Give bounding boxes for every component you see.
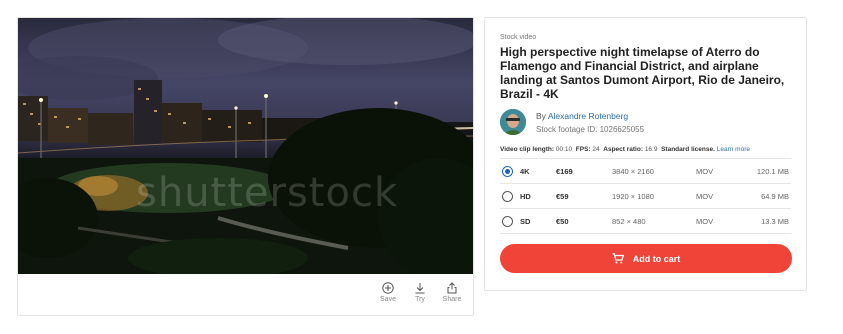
option-format: MOV: [696, 216, 714, 226]
option-price: €50: [556, 216, 569, 226]
author-line: By Alexandre Rotenberg: [536, 111, 644, 121]
option-format: MOV: [696, 191, 714, 201]
download-icon: [415, 283, 425, 294]
option-4k[interactable]: 4K €169 3840 × 2160 MOV 120.1 MB: [500, 159, 791, 184]
option-resolution: 4K: [520, 166, 530, 176]
clip-length-label: Video clip length:: [500, 146, 555, 153]
save-button[interactable]: Save: [377, 282, 399, 303]
save-label: Save: [380, 296, 396, 303]
plus-circle-icon: [382, 282, 394, 294]
aspect-ratio-value: 16:9: [644, 146, 658, 153]
option-price: €59: [556, 191, 569, 201]
author-link[interactable]: Alexandre Rotenberg: [548, 111, 628, 121]
footage-id: Stock footage ID: 1026625055: [536, 124, 645, 134]
avatar[interactable]: [500, 109, 526, 135]
share-icon: [447, 282, 457, 294]
author-photo: [500, 109, 526, 135]
cart-icon: [612, 253, 624, 264]
option-file-size: 120.1 MB: [756, 166, 789, 176]
resolution-options: 4K €169 3840 × 2160 MOV 120.1 MB HD €59 …: [500, 158, 791, 234]
preview-actions: Save Try Share: [377, 282, 463, 303]
option-hd[interactable]: HD €59 1920 × 1080 MOV 64.9 MB: [500, 184, 791, 209]
option-dimensions: 852 × 480: [612, 216, 646, 226]
fps-value: 24: [592, 146, 600, 153]
option-dimensions: 1920 × 1080: [612, 191, 654, 201]
aspect-ratio-label: Aspect ratio:: [603, 146, 643, 153]
option-dimensions: 3840 × 2160: [612, 166, 654, 176]
watermark-text: shutterstock: [136, 170, 399, 216]
video-title: High perspective night timelapse of Ater…: [500, 45, 785, 101]
by-prefix: By: [536, 110, 546, 121]
radio-sd[interactable]: [502, 215, 513, 227]
fps-label: FPS:: [575, 146, 591, 153]
author-row: By Alexandre Rotenberg Stock footage ID:…: [500, 109, 791, 135]
option-resolution: SD: [520, 216, 531, 226]
option-price: €169: [556, 166, 573, 176]
radio-4k[interactable]: [502, 165, 513, 177]
share-label: Share: [442, 296, 462, 303]
option-sd[interactable]: SD €50 852 × 480 MOV 13.3 MB: [500, 209, 791, 234]
add-to-cart-label: Add to cart: [632, 253, 681, 264]
info-card: Stock video High perspective night timel…: [484, 17, 807, 291]
clip-meta: Video clip length: 00:10 FPS: 24 Aspect …: [500, 146, 791, 153]
night-cityscape-image: [18, 18, 473, 274]
asset-type-label: Stock video: [500, 34, 537, 41]
learn-more-link[interactable]: Learn more: [717, 146, 750, 153]
try-label: Try: [415, 296, 425, 303]
clip-length-value: 00:10: [555, 146, 573, 153]
video-preview[interactable]: shutterstock: [18, 18, 473, 274]
option-file-size: 64.9 MB: [761, 191, 789, 201]
try-button[interactable]: Try: [409, 282, 431, 303]
media-card: shutterstock Save Try Share: [17, 17, 474, 316]
add-to-cart-button[interactable]: Add to cart: [500, 244, 792, 273]
license-label: Standard license.: [661, 146, 715, 153]
radio-hd[interactable]: [502, 190, 513, 202]
option-resolution: HD: [520, 191, 531, 201]
option-file-size: 13.3 MB: [761, 216, 789, 226]
share-button[interactable]: Share: [441, 282, 463, 303]
option-format: MOV: [696, 166, 714, 176]
